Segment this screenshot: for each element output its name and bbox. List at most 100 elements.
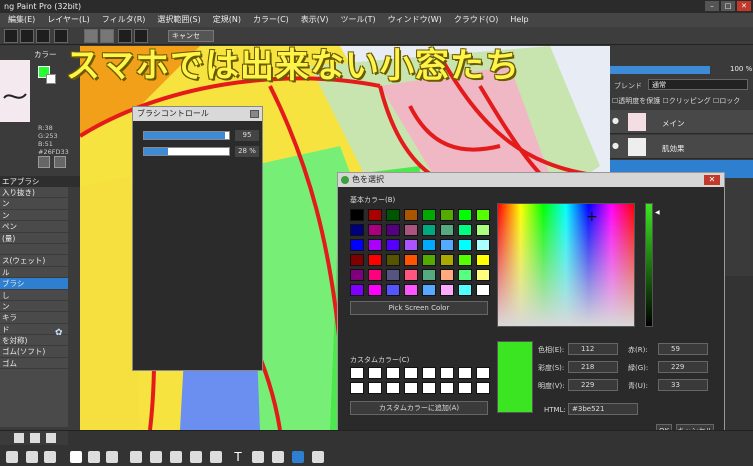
basic-color-swatch[interactable] (368, 209, 382, 221)
layer-row[interactable]: ● 肌効果 (610, 135, 753, 159)
basic-color-swatch[interactable] (386, 239, 400, 251)
eyedropper-icon[interactable] (272, 451, 284, 463)
basic-color-swatch[interactable] (368, 239, 382, 251)
brush-opacity-value[interactable]: 28 % (235, 146, 259, 157)
basic-color-swatch[interactable] (476, 209, 490, 221)
basic-color-swatch[interactable] (422, 284, 436, 296)
basic-color-swatch[interactable] (440, 239, 454, 251)
blend-select[interactable]: 通常 (648, 79, 748, 90)
brush-size-slider[interactable] (143, 131, 230, 140)
menu-layer[interactable]: レイヤー(L) (47, 13, 89, 27)
wand-icon[interactable] (170, 451, 182, 463)
custom-color-swatch[interactable] (422, 367, 436, 379)
menu-filter[interactable]: フィルタ(R) (102, 13, 146, 27)
maximize-button[interactable]: □ (721, 1, 735, 11)
brush-item[interactable]: ン (0, 210, 68, 222)
basic-color-swatch[interactable] (440, 209, 454, 221)
basic-color-swatch[interactable] (476, 224, 490, 236)
rotate-icon[interactable] (312, 451, 324, 463)
save-file-icon[interactable] (36, 29, 50, 43)
basic-color-swatch[interactable] (458, 224, 472, 236)
basic-color-swatch[interactable] (350, 254, 364, 266)
custom-color-swatch[interactable] (422, 382, 436, 394)
custom-color-swatch[interactable] (440, 367, 454, 379)
menu-edit[interactable]: 編集(E) (8, 13, 35, 27)
brush-opacity-slider[interactable] (143, 147, 230, 156)
color-settings-icon[interactable] (54, 156, 66, 168)
custom-color-swatch[interactable] (386, 367, 400, 379)
basic-color-swatch[interactable] (404, 269, 418, 281)
move-select-icon[interactable] (210, 451, 222, 463)
brush-item[interactable]: し (0, 290, 68, 301)
layer-opacity-bar[interactable] (610, 66, 710, 74)
shape-icon[interactable] (252, 451, 264, 463)
green-spinbox[interactable]: 229 (658, 361, 708, 373)
saturation-spinbox[interactable]: 218 (568, 361, 618, 373)
menu-tool[interactable]: ツール(T) (341, 13, 376, 27)
layer-row[interactable]: ● メイン (610, 110, 753, 134)
basic-color-swatch[interactable] (386, 224, 400, 236)
basic-color-swatch[interactable] (386, 269, 400, 281)
basic-color-swatch[interactable] (440, 269, 454, 281)
custom-color-swatch[interactable] (476, 382, 490, 394)
basic-color-swatch[interactable] (350, 209, 364, 221)
hand-icon[interactable] (292, 451, 304, 463)
sub-color-swatch[interactable] (46, 74, 56, 84)
basic-color-swatch[interactable] (422, 239, 436, 251)
pen-icon[interactable] (26, 451, 38, 463)
basic-color-swatch[interactable] (476, 269, 490, 281)
pick-screen-color-button[interactable]: Pick Screen Color (350, 301, 488, 315)
html-input[interactable]: #3be521 (568, 403, 638, 415)
brush-item[interactable]: (量) (0, 233, 68, 244)
menu-view[interactable]: 表示(V) (301, 13, 329, 27)
basic-color-swatch[interactable] (440, 284, 454, 296)
custom-color-swatch[interactable] (404, 367, 418, 379)
basic-color-swatch[interactable] (476, 239, 490, 251)
fill-select-icon[interactable] (190, 451, 202, 463)
basic-color-swatch[interactable] (368, 269, 382, 281)
basic-color-swatch[interactable] (458, 239, 472, 251)
basic-color-swatch[interactable] (422, 224, 436, 236)
basic-color-swatch[interactable] (404, 284, 418, 296)
basic-color-swatch[interactable] (458, 269, 472, 281)
color-tab[interactable]: カラー (34, 49, 57, 60)
basic-color-swatch[interactable] (458, 209, 472, 221)
eraser-icon[interactable] (44, 451, 56, 463)
palette-icon[interactable] (38, 156, 50, 168)
red-spinbox[interactable]: 59 (658, 343, 708, 355)
basic-color-swatch[interactable] (404, 239, 418, 251)
basic-color-swatch[interactable] (368, 254, 382, 266)
basic-color-swatch[interactable] (386, 284, 400, 296)
menu-selection[interactable]: 選択範囲(S) (157, 13, 200, 27)
custom-color-swatch[interactable] (458, 367, 472, 379)
value-slider[interactable] (645, 203, 653, 327)
basic-color-swatch[interactable] (422, 254, 436, 266)
basic-color-swatch[interactable] (350, 224, 364, 236)
rect-select-icon[interactable] (150, 451, 162, 463)
new-file-icon[interactable] (4, 29, 18, 43)
lasso-icon[interactable] (130, 451, 142, 463)
folder-icon[interactable] (30, 433, 40, 443)
brush-tab[interactable]: エアブラシ (0, 176, 80, 187)
menu-color[interactable]: カラー(C) (253, 13, 289, 27)
basic-color-swatch[interactable] (440, 254, 454, 266)
basic-color-swatch[interactable] (350, 269, 364, 281)
brush-item-selected[interactable]: ブラシ (0, 278, 68, 290)
brush-item[interactable]: ル (0, 267, 68, 279)
close-window-button[interactable]: ✕ (737, 1, 751, 11)
basic-color-swatch[interactable] (404, 254, 418, 266)
open-file-icon[interactable] (20, 29, 34, 43)
basic-color-swatch[interactable] (422, 209, 436, 221)
menu-window[interactable]: ウィンドウ(W) (388, 13, 442, 27)
square-icon[interactable] (70, 451, 82, 463)
blue-spinbox[interactable]: 33 (658, 379, 708, 391)
custom-color-swatch[interactable] (368, 382, 382, 394)
gradient-icon[interactable] (106, 451, 118, 463)
custom-color-swatch[interactable] (350, 382, 364, 394)
value-arrow-icon[interactable]: ◀ (655, 209, 660, 216)
basic-color-swatch[interactable] (350, 239, 364, 251)
basic-color-swatch[interactable] (458, 284, 472, 296)
menu-ruler[interactable]: 定規(N) (213, 13, 241, 27)
copy-icon[interactable] (46, 433, 56, 443)
text-icon[interactable]: T (232, 451, 244, 463)
